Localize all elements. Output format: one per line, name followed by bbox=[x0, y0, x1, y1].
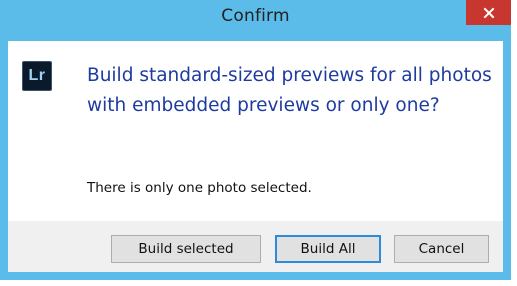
close-icon bbox=[483, 7, 494, 18]
dialog-title: Confirm bbox=[221, 6, 290, 26]
build-selected-button[interactable]: Build selected bbox=[111, 235, 261, 263]
button-bar: Build selected Build All Cancel bbox=[8, 221, 503, 272]
confirm-dialog: Confirm Lr Build standard-sized previews… bbox=[0, 0, 511, 280]
content-text: There is only one photo selected. bbox=[87, 180, 312, 196]
title-bar[interactable]: Confirm bbox=[0, 0, 511, 41]
close-button[interactable] bbox=[466, 0, 511, 25]
dialog-content: Lr Build standard-sized previews for all… bbox=[8, 41, 503, 221]
cancel-button[interactable]: Cancel bbox=[394, 235, 489, 263]
build-all-button[interactable]: Build All bbox=[275, 235, 381, 263]
lightroom-app-icon: Lr bbox=[22, 61, 52, 91]
main-instruction: Build standard-sized previews for all ph… bbox=[87, 65, 492, 116]
